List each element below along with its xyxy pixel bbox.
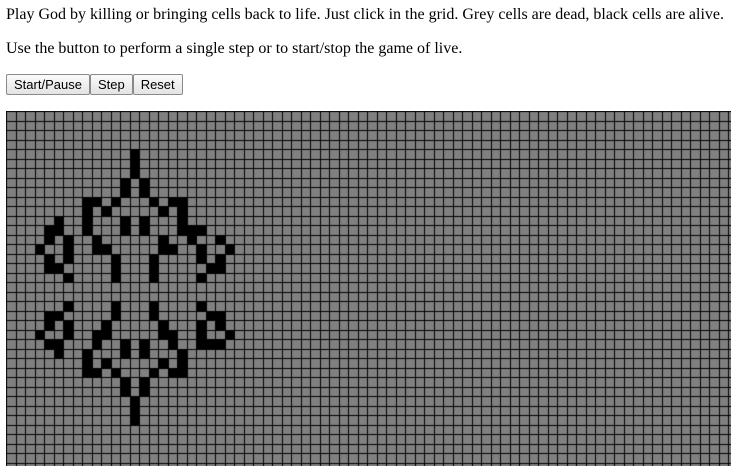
step-button[interactable]: Step bbox=[89, 74, 133, 95]
game-grid[interactable] bbox=[6, 111, 731, 466]
start-pause-button[interactable]: Start/Pause bbox=[6, 74, 90, 95]
controls-hint-text: Use the button to perform a single step … bbox=[6, 40, 463, 57]
control-toolbar: Start/Pause Step Reset bbox=[6, 74, 183, 95]
instructions-text: Play God by killing or bringing cells ba… bbox=[6, 6, 725, 23]
reset-button[interactable]: Reset bbox=[132, 74, 183, 95]
life-grid-canvas[interactable] bbox=[6, 111, 731, 466]
